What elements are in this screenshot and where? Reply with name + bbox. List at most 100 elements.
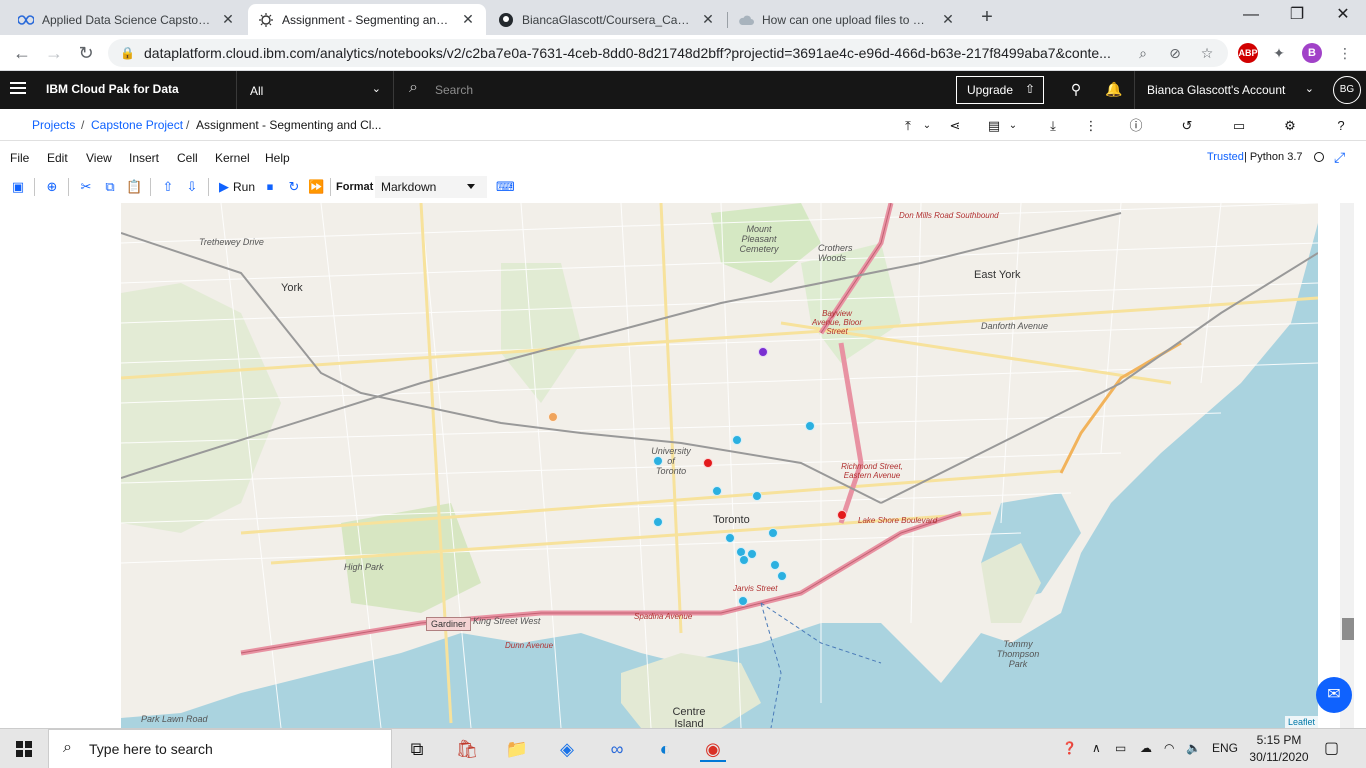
- map-marker[interactable]: [703, 458, 713, 468]
- save-icon[interactable]: ▣: [10, 179, 26, 195]
- close-icon[interactable]: ✕: [220, 11, 236, 28]
- interrupt-icon[interactable]: ⏹: [262, 179, 278, 195]
- move-up-icon[interactable]: ⇧: [160, 179, 176, 195]
- map-marker[interactable]: [837, 510, 847, 520]
- chevron-up-icon[interactable]: ∧: [1092, 741, 1101, 755]
- run-label[interactable]: Run: [233, 180, 255, 194]
- onedrive-icon[interactable]: ☁: [1140, 741, 1152, 755]
- map-marker[interactable]: [758, 347, 768, 357]
- tab-assignment[interactable]: Assignment - Segmenting and Cl ✕: [248, 4, 486, 35]
- tab-stackoverflow[interactable]: How can one upload files to GitH ✕: [728, 4, 966, 35]
- breadcrumb-project[interactable]: Capstone Project: [91, 118, 183, 132]
- account-switcher[interactable]: Bianca Glascott's Account ⌄: [1134, 71, 1326, 109]
- map-marker[interactable]: [770, 560, 780, 570]
- back-icon[interactable]: ←: [10, 41, 34, 65]
- chrome-menu-icon[interactable]: ⋮: [1336, 44, 1354, 62]
- language-indicator[interactable]: ENG: [1212, 741, 1238, 755]
- trusted-badge[interactable]: Trusted: [1207, 151, 1244, 163]
- leaflet-map[interactable]: Don Mills Road Southbound Mount Pleasant…: [121, 203, 1318, 728]
- omnibox[interactable]: 🔒 dataplatform.cloud.ibm.com/analytics/n…: [108, 39, 1228, 67]
- wifi-icon[interactable]: ◠: [1164, 741, 1174, 755]
- zoom-icon[interactable]: ⌕: [1134, 44, 1152, 62]
- info-icon[interactable]: ⓘ: [1128, 118, 1144, 134]
- extensions-icon[interactable]: ✦: [1270, 44, 1288, 62]
- help-tray-icon[interactable]: ❓: [1062, 741, 1077, 755]
- tab-capstone[interactable]: Applied Data Science Capstone - ✕: [8, 4, 246, 35]
- scrollbar-thumb[interactable]: [1342, 618, 1354, 640]
- notification-center-icon[interactable]: ▢: [1324, 738, 1339, 758]
- task-view-icon[interactable]: ⧉: [404, 736, 430, 762]
- infinity-app-icon[interactable]: ∞: [604, 736, 630, 762]
- map-marker[interactable]: [653, 517, 663, 527]
- signpost-icon[interactable]: ⚲: [1067, 81, 1085, 99]
- store-icon[interactable]: 🛍: [454, 736, 480, 762]
- chrome-icon[interactable]: ◉: [700, 736, 726, 762]
- chat-bubble-icon[interactable]: ✉: [1316, 677, 1352, 713]
- help-icon[interactable]: ?: [1333, 118, 1349, 134]
- share-icon[interactable]: ⋖: [947, 118, 963, 134]
- map-marker[interactable]: [712, 486, 722, 496]
- upgrade-button[interactable]: Upgrade ⇧: [956, 76, 1044, 104]
- leaflet-attribution[interactable]: Leaflet: [1284, 716, 1318, 728]
- paste-icon[interactable]: 📋: [126, 179, 142, 195]
- map-marker[interactable]: [752, 491, 762, 501]
- close-icon[interactable]: ✕: [700, 11, 716, 28]
- user-avatar[interactable]: BG: [1333, 76, 1361, 104]
- adblock-icon[interactable]: ABP: [1238, 43, 1258, 63]
- battery-icon[interactable]: ▭: [1115, 741, 1126, 755]
- map-marker[interactable]: [732, 435, 742, 445]
- download-icon[interactable]: ⤓: [1045, 118, 1061, 134]
- minimize-button[interactable]: —: [1228, 0, 1274, 32]
- copy-icon[interactable]: ⧉: [102, 179, 118, 195]
- move-down-icon[interactable]: ⇩: [184, 179, 200, 195]
- menu-view[interactable]: View: [86, 151, 112, 165]
- windows-start-icon[interactable]: [16, 741, 32, 757]
- file-explorer-icon[interactable]: 📁: [504, 736, 530, 762]
- forward-icon[interactable]: →: [42, 41, 66, 65]
- map-marker[interactable]: [653, 456, 663, 466]
- maximize-button[interactable]: ❐: [1274, 0, 1320, 32]
- new-tab-button[interactable]: +: [976, 6, 998, 28]
- overflow-menu-icon[interactable]: ⋮: [1083, 118, 1099, 134]
- menu-insert[interactable]: Insert: [129, 151, 159, 165]
- hidden-eye-icon[interactable]: ⊘: [1166, 44, 1184, 62]
- run-icon[interactable]: ▶: [216, 179, 232, 195]
- scope-dropdown[interactable]: All ⌄: [236, 71, 394, 109]
- menu-file[interactable]: File: [10, 151, 29, 165]
- page-scrollbar[interactable]: [1340, 203, 1354, 728]
- map-marker[interactable]: [805, 421, 815, 431]
- cut-icon[interactable]: ✂: [78, 179, 94, 195]
- insert-cell-icon[interactable]: ⊕: [44, 179, 60, 195]
- breadcrumb-projects[interactable]: Projects: [32, 118, 75, 132]
- close-icon[interactable]: ✕: [460, 11, 476, 28]
- taskbar-search[interactable]: ⌕ Type here to search: [48, 729, 392, 768]
- restart-icon[interactable]: ↻: [286, 179, 302, 195]
- menu-edit[interactable]: Edit: [47, 151, 68, 165]
- comments-icon[interactable]: ▭: [1231, 118, 1247, 134]
- bookmark-star-icon[interactable]: ☆: [1198, 44, 1216, 62]
- chevron-down-icon[interactable]: ⌄: [919, 118, 935, 134]
- map-marker[interactable]: [738, 596, 748, 606]
- clock[interactable]: 5:15 PM 30/11/2020: [1248, 732, 1310, 766]
- hamburger-menu-icon[interactable]: [10, 82, 26, 96]
- volume-icon[interactable]: 🔈: [1186, 741, 1201, 755]
- tab-github[interactable]: BiancaGlascott/Coursera_Capsto ✕: [488, 4, 726, 35]
- close-icon[interactable]: ✕: [940, 11, 956, 28]
- settings-icon[interactable]: ⚙: [1282, 118, 1298, 134]
- chevron-down-icon[interactable]: ⌄: [1005, 118, 1021, 134]
- publish-icon[interactable]: ⤒: [900, 118, 916, 134]
- map-marker[interactable]: [725, 533, 735, 543]
- restart-run-all-icon[interactable]: ⏩: [308, 179, 324, 195]
- cell-format-select[interactable]: Markdown: [375, 176, 487, 198]
- menu-cell[interactable]: Cell: [177, 151, 198, 165]
- map-marker[interactable]: [548, 412, 558, 422]
- fullscreen-icon[interactable]: ⤢: [1334, 149, 1345, 166]
- reload-icon[interactable]: ↻: [74, 41, 98, 65]
- notification-bell-icon[interactable]: 🔔: [1105, 81, 1123, 99]
- close-window-button[interactable]: ✕: [1320, 0, 1366, 32]
- edge-icon[interactable]: ◐: [652, 736, 678, 762]
- map-marker[interactable]: [739, 555, 749, 565]
- menu-kernel[interactable]: Kernel: [215, 151, 250, 165]
- global-search[interactable]: ⌕ Search: [395, 71, 941, 109]
- profile-avatar[interactable]: B: [1302, 43, 1322, 63]
